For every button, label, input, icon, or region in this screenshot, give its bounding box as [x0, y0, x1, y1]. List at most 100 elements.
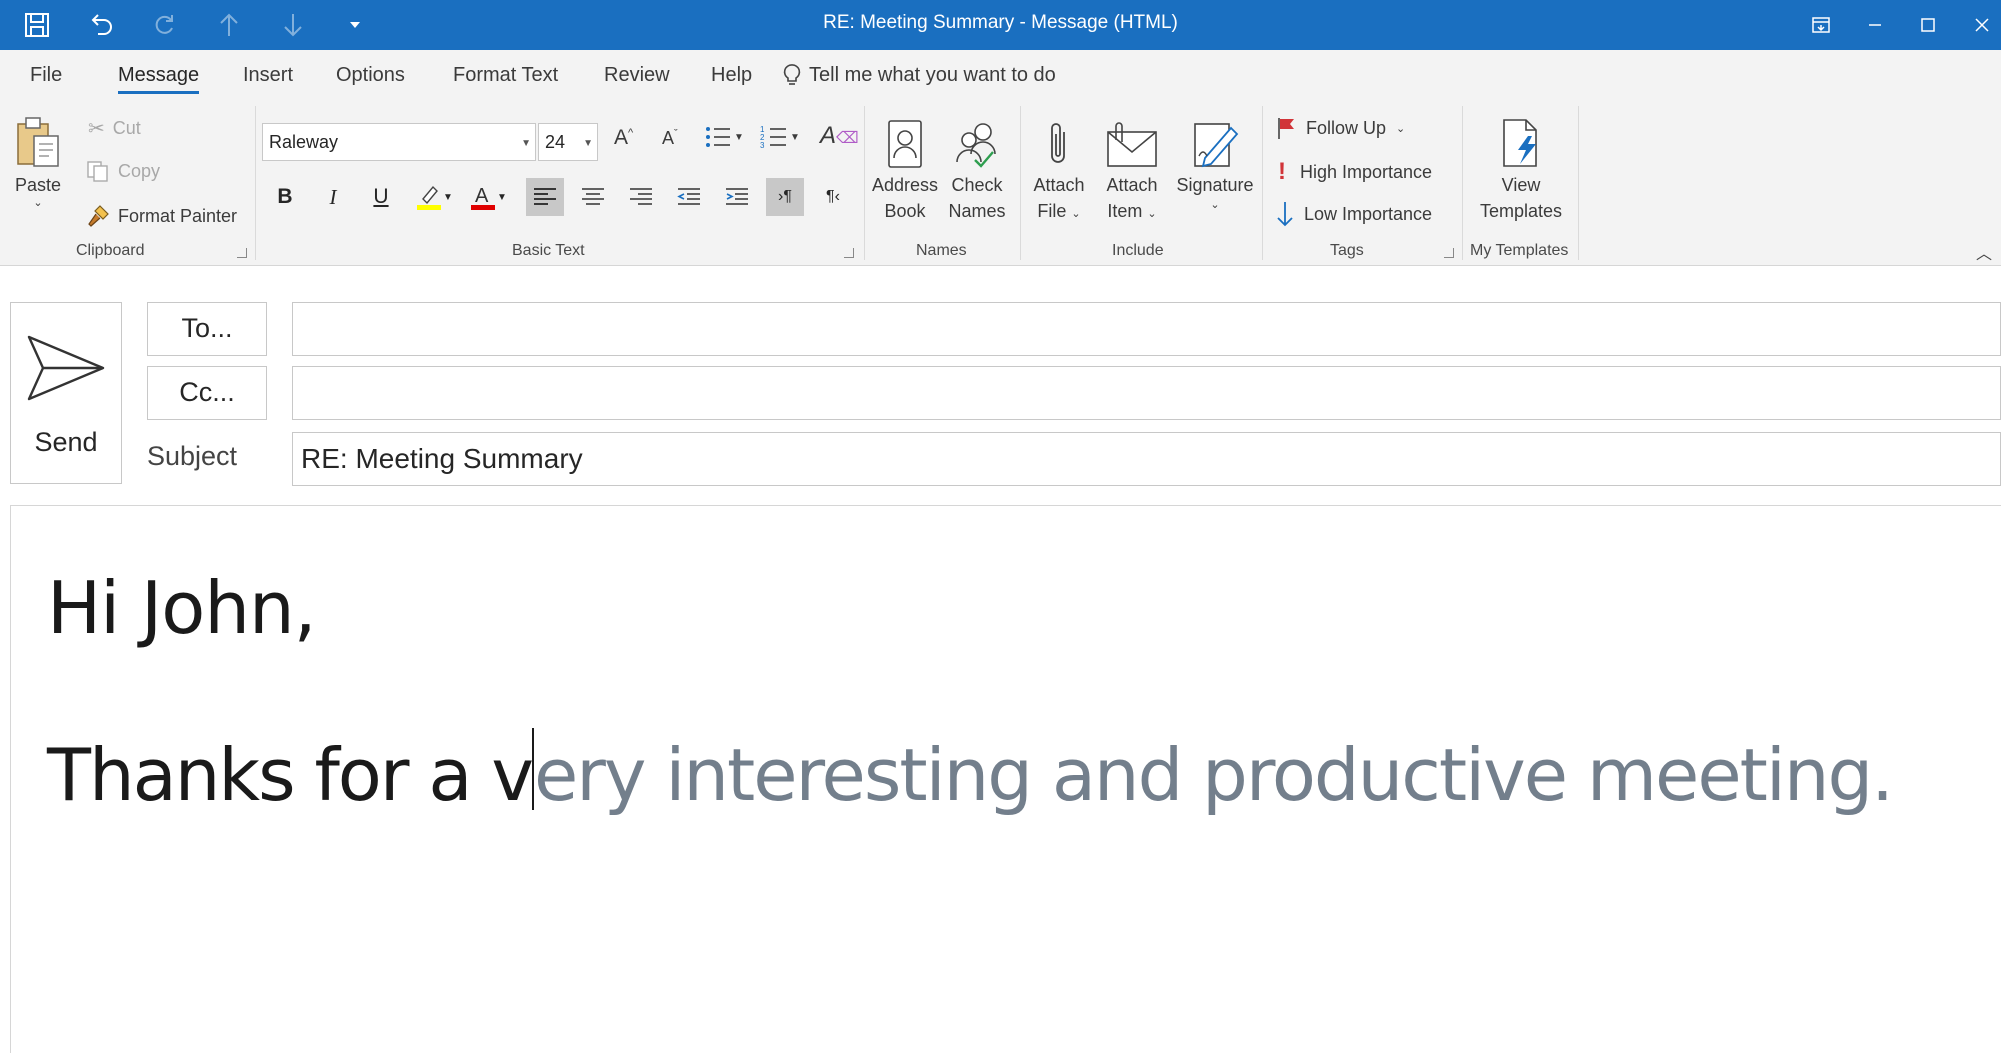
address-book-label-1: Address	[871, 175, 939, 195]
check-names-icon	[944, 112, 1010, 170]
attach-item-dropdown-icon[interactable]: ⌄	[1147, 208, 1156, 220]
ribbon: Paste ⌄ ✂ Cut Copy Format Painter Clipbo…	[0, 100, 2001, 266]
tell-me-search[interactable]: Tell me what you want to do	[783, 63, 1056, 87]
view-templates-label-1: View	[1501, 175, 1541, 195]
my-templates-group-label: My Templates	[1470, 242, 1569, 259]
signature-dropdown-icon[interactable]: ⌄	[1170, 198, 1260, 212]
center-button[interactable]	[574, 178, 612, 216]
attach-file-dropdown-icon[interactable]: ⌄	[1071, 208, 1080, 220]
collapse-ribbon-icon[interactable]: ︿	[1976, 240, 1992, 264]
tab-format-text[interactable]: Format Text	[453, 64, 558, 87]
font-size-dropdown-icon[interactable]: ▼	[583, 138, 593, 149]
follow-up-button[interactable]: Follow Up ⌄	[1276, 116, 1405, 140]
numbering-button[interactable]: 123 ▼	[760, 124, 800, 150]
tags-group-label: Tags	[1330, 242, 1364, 259]
font-dropdown-icon[interactable]: ▼	[521, 138, 531, 149]
address-book-icon	[868, 112, 942, 170]
message-body[interactable]: Hi John, Thanks for a very interesting a…	[10, 505, 2001, 1053]
clear-formatting-button[interactable]: A⌫	[820, 122, 859, 150]
increase-indent-button[interactable]	[718, 178, 756, 216]
typed-text: Thanks for a v	[47, 733, 534, 817]
attach-file-button[interactable]: Attach File ⌄	[1026, 112, 1092, 227]
to-button[interactable]: To...	[147, 302, 267, 356]
tab-help[interactable]: Help	[711, 64, 752, 87]
left-to-right-icon: ›¶	[778, 188, 792, 205]
bold-icon: B	[277, 185, 293, 208]
close-icon[interactable]	[1962, 6, 2001, 44]
view-templates-button[interactable]: View Templates	[1468, 112, 1574, 224]
clipboard-group-label: Clipboard	[76, 242, 145, 259]
ribbon-display-options-icon[interactable]	[1801, 6, 1841, 44]
paste-icon	[8, 112, 68, 170]
align-left-icon	[534, 188, 556, 205]
to-field[interactable]	[292, 302, 2001, 356]
cc-field[interactable]	[292, 366, 2001, 420]
paste-dropdown-icon: ⌄	[33, 197, 43, 209]
bullets-icon	[706, 127, 730, 147]
cc-button[interactable]: Cc...	[147, 366, 267, 420]
tab-file[interactable]: File	[30, 64, 62, 87]
high-importance-button[interactable]: ! High Importance	[1278, 158, 1432, 186]
align-right-button[interactable]	[622, 178, 660, 216]
check-names-button[interactable]: Check Names	[944, 112, 1010, 224]
font-color-dropdown-icon[interactable]: ▼	[497, 192, 507, 203]
right-to-left-icon: ¶‹	[826, 188, 840, 205]
highlight-dropdown-icon[interactable]: ▼	[443, 192, 453, 203]
cut-label: Cut	[112, 118, 141, 138]
subject-label: Subject	[147, 441, 238, 471]
group-separator	[1262, 106, 1263, 260]
send-button[interactable]: Send	[10, 302, 122, 484]
tab-insert[interactable]: Insert	[243, 64, 293, 87]
grow-font-button[interactable]: A^	[614, 126, 633, 150]
minimize-icon[interactable]	[1855, 6, 1895, 44]
tab-review[interactable]: Review	[604, 64, 670, 87]
bullets-dropdown-icon[interactable]: ▼	[734, 132, 744, 143]
subject-field[interactable]: RE: Meeting Summary	[292, 432, 2001, 486]
maximize-icon[interactable]	[1908, 6, 1948, 44]
cut-button[interactable]: ✂ Cut	[88, 116, 141, 141]
follow-up-dropdown-icon[interactable]: ⌄	[1396, 122, 1405, 135]
font-color-button[interactable]: A ▼	[466, 178, 510, 216]
align-left-button[interactable]	[526, 178, 564, 216]
tags-launcher-icon[interactable]	[1444, 248, 1454, 258]
scissors-icon: ✂	[88, 118, 105, 140]
high-importance-label: High Importance	[1300, 161, 1433, 182]
highlight-button[interactable]: ▼	[412, 178, 456, 216]
tab-message[interactable]: Message	[118, 64, 200, 94]
copy-button[interactable]: Copy	[86, 160, 160, 182]
send-label: Send	[34, 427, 98, 457]
send-icon	[27, 335, 105, 401]
tell-me-label: Tell me what you want to do	[809, 63, 1056, 86]
paste-button[interactable]: Paste ⌄	[8, 112, 68, 209]
low-importance-button[interactable]: Low Importance	[1276, 200, 1432, 228]
tab-options[interactable]: Options	[336, 64, 405, 87]
basic-text-group-label: Basic Text	[512, 242, 585, 259]
check-names-label-1: Check	[951, 175, 1003, 195]
clear-formatting-icon: A⌫	[820, 122, 859, 149]
title-bar: RE: Meeting Summary - Message (HTML)	[0, 0, 2001, 50]
rtl-button[interactable]: ¶‹	[814, 178, 852, 216]
clipboard-launcher-icon[interactable]	[237, 248, 247, 258]
ltr-button[interactable]: ›¶	[766, 178, 804, 216]
signature-icon	[1170, 112, 1260, 170]
format-painter-button[interactable]: Format Painter	[86, 204, 237, 228]
italic-button[interactable]: I	[314, 178, 352, 216]
font-size-field[interactable]: 24 ▼	[538, 123, 598, 161]
basic-text-launcher-icon[interactable]	[844, 248, 854, 258]
attach-item-button[interactable]: Attach Item ⌄	[1098, 112, 1166, 227]
underline-button[interactable]: U	[362, 178, 400, 216]
italic-icon: I	[329, 184, 337, 209]
numbering-dropdown-icon[interactable]: ▼	[790, 132, 800, 143]
signature-button[interactable]: Signature ⌄	[1170, 112, 1260, 212]
format-painter-label: Format Painter	[118, 205, 238, 226]
attach-item-icon	[1098, 112, 1166, 170]
shrink-font-button[interactable]: Aˇ	[662, 128, 678, 149]
address-book-button[interactable]: Address Book	[868, 112, 942, 224]
group-separator	[1462, 106, 1463, 260]
text-prediction-suggestion: ery interesting and productive meeting.	[533, 733, 1894, 817]
font-name-field[interactable]: Raleway ▼	[262, 123, 536, 161]
bold-button[interactable]: B	[266, 178, 304, 216]
decrease-indent-button[interactable]	[670, 178, 708, 216]
attach-file-label-2: File	[1037, 201, 1067, 221]
bullets-button[interactable]: ▼	[704, 124, 744, 150]
